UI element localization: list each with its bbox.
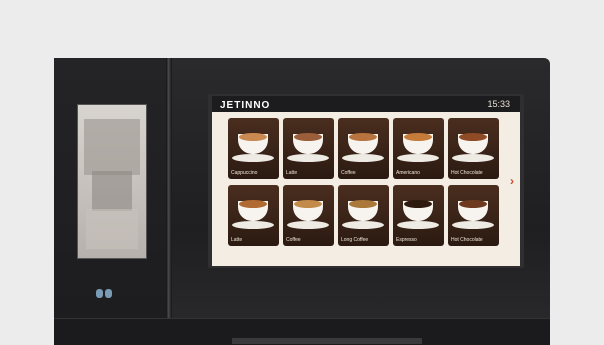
- crema: [404, 133, 432, 141]
- crema: [459, 133, 487, 141]
- chevron-right-icon[interactable]: ›: [510, 174, 514, 188]
- saucer: [397, 221, 439, 229]
- crema: [294, 133, 322, 141]
- brand-logo: JETINNO: [220, 100, 271, 111]
- drink-tile[interactable]: Hot Chocolate: [448, 185, 499, 246]
- saucer: [342, 154, 384, 162]
- drink-label: Coffee: [341, 170, 356, 176]
- drink-tile[interactable]: Coffee: [283, 185, 334, 246]
- crema: [239, 200, 267, 208]
- drink-tile[interactable]: Long Coffee: [338, 185, 389, 246]
- drink-tile[interactable]: Hot Chocolate: [448, 118, 499, 179]
- saucer: [452, 221, 494, 229]
- drink-label: Americano: [396, 170, 420, 176]
- drink-label: Cappuccino: [231, 170, 258, 176]
- panel-divider: [166, 58, 172, 344]
- drink-tile[interactable]: Coffee: [338, 118, 389, 179]
- drink-tile[interactable]: Cappuccino: [228, 118, 279, 179]
- drink-label: Latte: [286, 170, 298, 176]
- saucer: [287, 154, 329, 162]
- drink-label: Espresso: [396, 237, 417, 243]
- crema: [404, 200, 432, 208]
- brewer-unit-mid: [92, 171, 132, 211]
- drink-tile[interactable]: Americano: [393, 118, 444, 179]
- brewer-unit-top: [84, 119, 140, 175]
- drink-label: Latte: [231, 237, 243, 243]
- brewer-window: [77, 104, 147, 259]
- saucer: [232, 154, 274, 162]
- saucer: [232, 221, 274, 229]
- drink-tile[interactable]: Latte: [228, 185, 279, 246]
- drink-label: Long Coffee: [341, 237, 369, 243]
- clock: 15:33: [487, 99, 510, 109]
- nfc-icon[interactable]: [96, 288, 116, 298]
- drink-label: Hot Chocolate: [451, 170, 483, 176]
- brewer-unit-bottom: [86, 209, 138, 249]
- drink-grid: Cappuccino Latte Coffee Americano Hot Ch…: [228, 118, 499, 248]
- saucer: [342, 221, 384, 229]
- drink-label: Coffee: [286, 237, 301, 243]
- saucer: [397, 154, 439, 162]
- drink-label: Hot Chocolate: [451, 237, 483, 243]
- crema: [294, 200, 322, 208]
- drink-tile[interactable]: Latte: [283, 118, 334, 179]
- crema: [349, 200, 377, 208]
- crema: [349, 133, 377, 141]
- drink-tile[interactable]: Espresso: [393, 185, 444, 246]
- saucer: [452, 154, 494, 162]
- crema: [459, 200, 487, 208]
- saucer: [287, 221, 329, 229]
- crema: [239, 133, 267, 141]
- touchscreen: JETINNO 15:33 Cappuccino Latte Coffee Am…: [212, 96, 520, 266]
- cup-tray-slot: [232, 338, 422, 344]
